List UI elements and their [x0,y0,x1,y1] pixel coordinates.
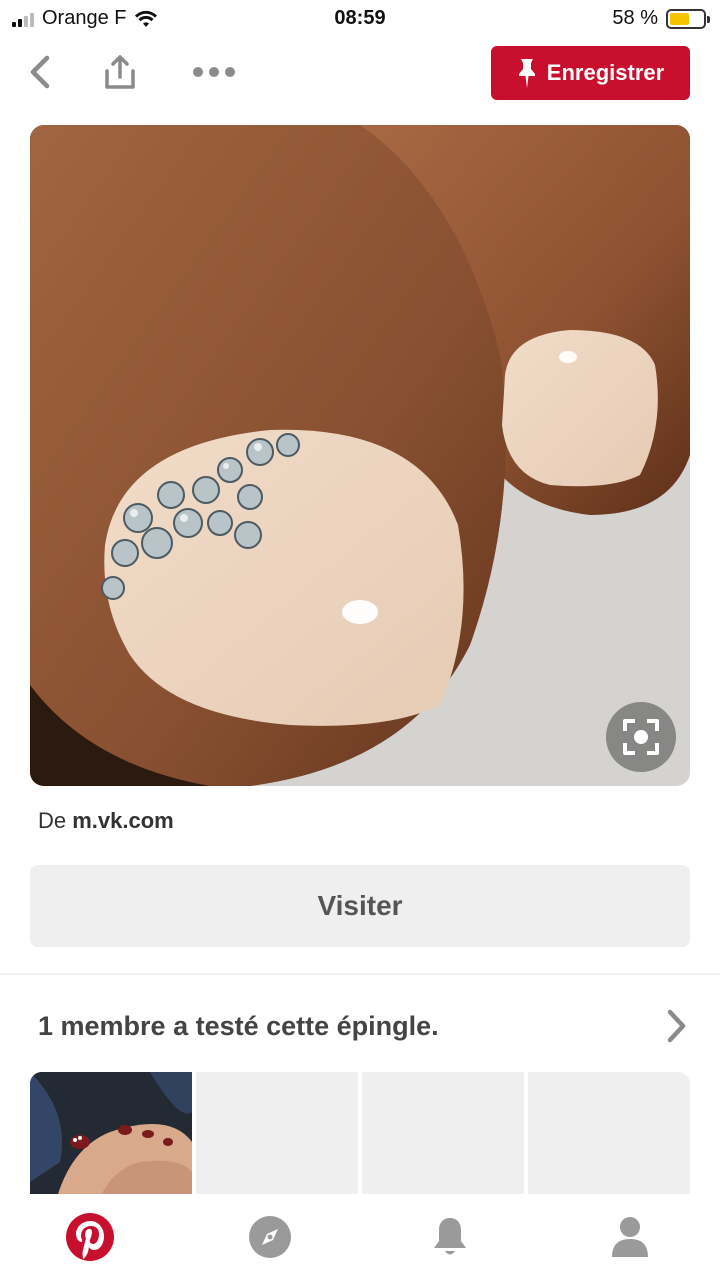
source-prefix: De [38,808,67,833]
pushpin-icon [518,59,535,88]
visual-search-icon [623,719,659,755]
status-bar: Orange F 08:59 58 % [0,0,720,38]
save-button-label: Enregistrer [546,60,665,85]
visual-search-button[interactable] [606,702,676,772]
status-right: 58 % [612,7,710,30]
more-dots-icon [193,67,235,77]
tried-title: 1 membre a testé cette épingle. [38,1010,439,1041]
chevron-left-icon [30,55,50,89]
pin-photo [30,125,690,786]
share-button[interactable] [100,52,140,92]
explore-icon [249,1216,291,1258]
pin-image[interactable] [30,125,690,786]
pinterest-home-icon [66,1213,114,1261]
battery-percent: 58 % [612,7,658,29]
battery-icon [666,8,710,29]
nav-home[interactable] [0,1194,180,1280]
source-domain[interactable]: m.vk.com [72,808,174,833]
more-options-button[interactable] [192,52,236,92]
back-button[interactable] [20,52,60,92]
share-icon [105,55,135,89]
section-divider [0,973,720,975]
notifications-icon [434,1218,466,1255]
save-button[interactable]: Enregistrer [491,46,690,100]
visit-button[interactable]: Visiter [30,865,690,947]
pin-toolbar: Enregistrer [0,40,720,106]
profile-icon [612,1217,648,1257]
nav-notifications[interactable] [360,1194,540,1280]
chevron-right-icon [667,1009,686,1043]
nav-explore[interactable] [180,1194,360,1280]
pin-source: De m.vk.com [38,808,174,834]
bottom-navigation [0,1194,720,1280]
tried-section-header[interactable]: 1 membre a testé cette épingle. [38,1004,688,1048]
nav-profile[interactable] [540,1194,720,1280]
